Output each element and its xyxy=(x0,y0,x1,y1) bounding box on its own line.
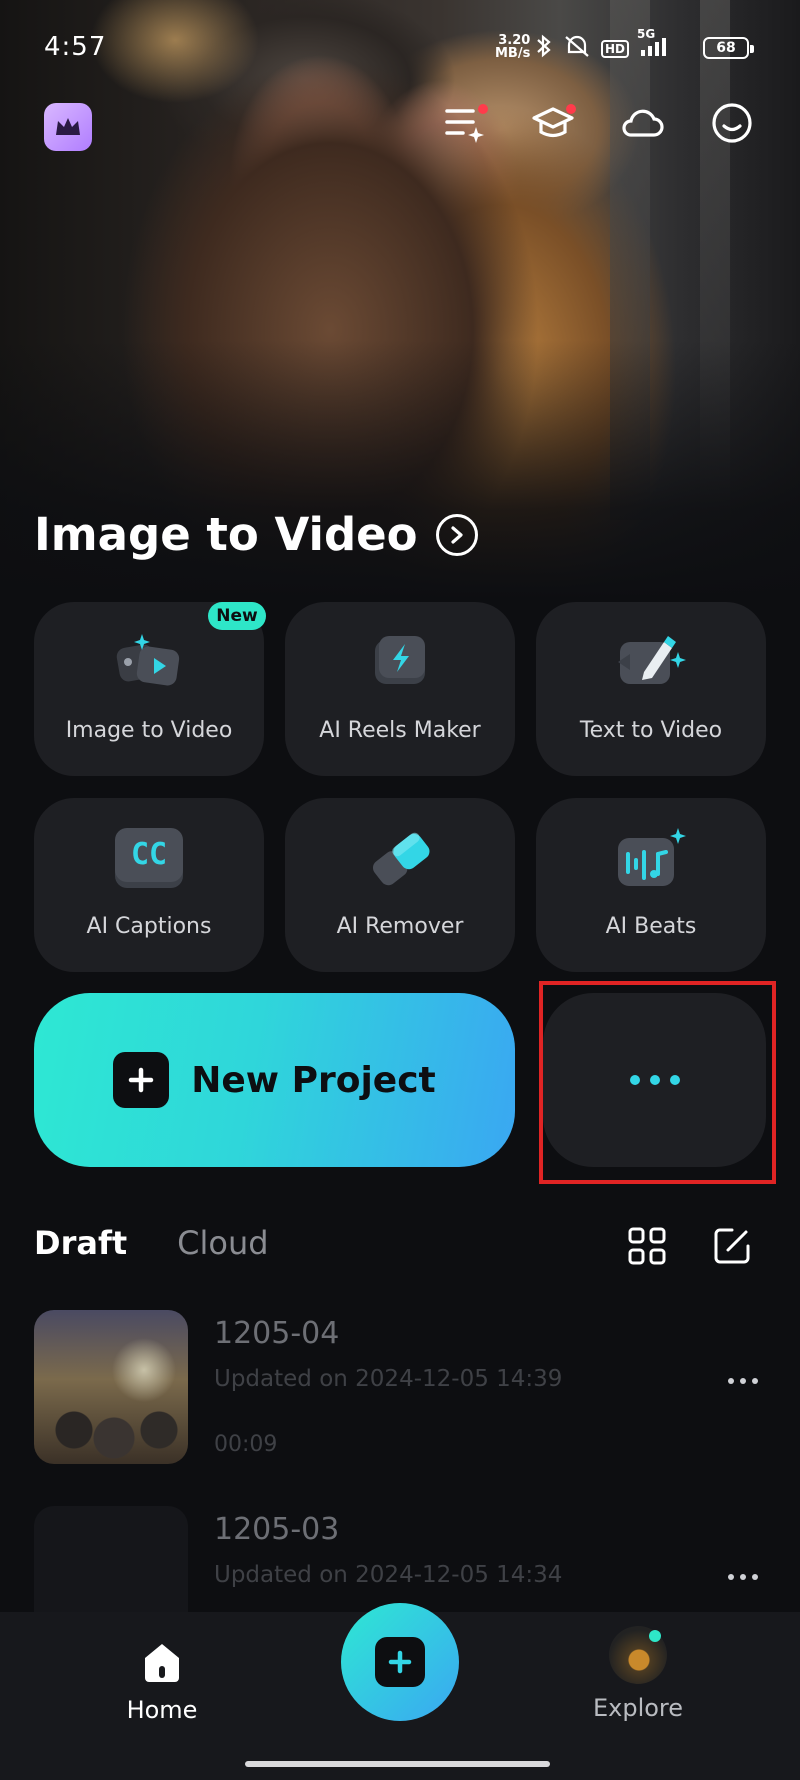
image-to-video-icon xyxy=(112,632,186,692)
hero-title[interactable]: Image to Video xyxy=(34,508,478,561)
draft-tabs: Draft Cloud xyxy=(34,1224,269,1262)
pencil-camera-icon xyxy=(614,632,688,692)
signal-icon: 5G xyxy=(637,27,673,62)
hero-title-text: Image to Video xyxy=(34,508,418,561)
tab-draft[interactable]: Draft xyxy=(34,1224,127,1262)
create-fab-button[interactable] xyxy=(341,1603,459,1721)
draft-duration: 00:09 xyxy=(214,1432,278,1457)
cloud-icon xyxy=(622,109,664,137)
plus-icon xyxy=(375,1637,425,1687)
cc-captions-icon: CC xyxy=(112,828,186,888)
tool-ai-remover[interactable]: AI Remover xyxy=(285,798,515,972)
nav-home[interactable]: Home xyxy=(92,1640,232,1724)
tool-ai-reels-maker[interactable]: AI Reels Maker xyxy=(285,602,515,776)
tool-label: AI Beats xyxy=(605,914,697,939)
highlight-box xyxy=(539,981,776,1184)
tool-ai-captions[interactable]: CC AI Captions xyxy=(34,798,264,972)
tool-text-to-video[interactable]: Text to Video xyxy=(536,602,766,776)
hd-icon: HD xyxy=(601,39,630,58)
tool-label: AI Reels Maker xyxy=(319,718,481,743)
premium-crown-button[interactable] xyxy=(44,103,92,151)
tab-cloud[interactable]: Cloud xyxy=(177,1224,268,1262)
draft-title: 1205-04 xyxy=(214,1316,340,1351)
cloud-button[interactable] xyxy=(619,100,665,146)
draft-updated: Updated on 2024-12-05 14:34 xyxy=(214,1562,563,1588)
grid-view-button[interactable] xyxy=(627,1226,667,1266)
notification-dot xyxy=(478,104,488,114)
tasks-button[interactable] xyxy=(442,100,488,146)
tool-label: AI Captions xyxy=(86,914,212,939)
tool-label: Image to Video xyxy=(65,718,233,743)
new-project-button[interactable]: New Project xyxy=(34,993,515,1167)
explore-avatar xyxy=(609,1626,667,1684)
chevron-right-circle-icon xyxy=(435,513,478,556)
music-beats-icon xyxy=(614,828,688,888)
lightning-reel-icon xyxy=(363,632,437,692)
status-time: 4:57 xyxy=(44,32,107,62)
draft-item[interactable]: 1205-04 Updated on 2024-12-05 14:39 00:0… xyxy=(34,1310,766,1470)
tutorial-button[interactable] xyxy=(530,100,576,146)
grid-icon xyxy=(628,1227,666,1265)
draft-updated: Updated on 2024-12-05 14:39 xyxy=(214,1366,563,1392)
draft-thumbnail[interactable] xyxy=(34,1310,188,1464)
status-icons: HD 5G xyxy=(535,27,673,63)
draft-title: 1205-03 xyxy=(214,1512,340,1547)
home-indicator xyxy=(245,1761,550,1767)
edit-button[interactable] xyxy=(712,1226,752,1266)
tool-ai-beats[interactable]: AI Beats xyxy=(536,798,766,972)
notification-dot xyxy=(566,104,576,114)
battery-indicator: 68 xyxy=(703,37,754,59)
home-icon xyxy=(145,1644,179,1682)
bluetooth-icon xyxy=(535,34,553,63)
smiley-profile-icon xyxy=(712,103,752,143)
profile-button[interactable] xyxy=(709,100,755,146)
net-speed: 3.20 MB/s xyxy=(495,33,531,61)
draft-more-button[interactable] xyxy=(728,1378,758,1384)
tool-label: Text to Video xyxy=(579,718,723,743)
new-project-label: New Project xyxy=(191,1059,436,1101)
new-badge: New xyxy=(208,602,266,630)
crown-icon xyxy=(56,118,80,135)
edit-icon xyxy=(714,1228,750,1264)
draft-more-button[interactable] xyxy=(728,1574,758,1580)
tool-label: AI Remover xyxy=(336,914,464,939)
eraser-icon xyxy=(363,828,437,888)
nav-explore[interactable]: Explore xyxy=(568,1626,708,1722)
mute-icon xyxy=(563,34,591,63)
status-bar: 4:57 3.20 MB/s HD 5G 68 xyxy=(0,0,800,96)
plus-icon xyxy=(113,1052,170,1108)
